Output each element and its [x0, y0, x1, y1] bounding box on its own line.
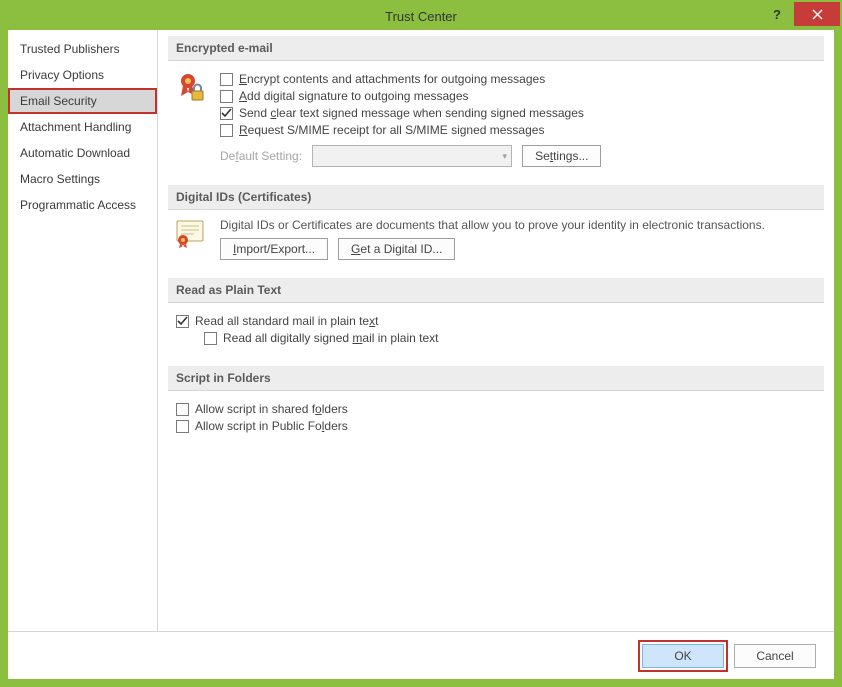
- ok-button[interactable]: OK: [642, 644, 724, 668]
- checkbox-read-standard[interactable]: [176, 315, 189, 328]
- sidebar-item-macro-settings[interactable]: Macro Settings: [8, 166, 157, 192]
- ribbon-lock-icon: [176, 69, 206, 167]
- checkbox-read-signed[interactable]: [204, 332, 217, 345]
- cancel-button[interactable]: Cancel: [734, 644, 816, 668]
- checkbox-cleartext[interactable]: [220, 107, 233, 120]
- section-header-script: Script in Folders: [168, 366, 824, 391]
- label-read-signed: Read all digitally signed mail in plain …: [223, 331, 438, 345]
- label-script-public: Allow script in Public Folders: [195, 419, 348, 433]
- window-title: Trust Center: [2, 9, 840, 24]
- footer: OK Cancel: [8, 631, 834, 679]
- section-digital-ids: Digital IDs (Certificates): [168, 185, 824, 268]
- trust-center-window: Trust Center ? Trusted Publishers Privac…: [0, 0, 842, 687]
- check-icon: [177, 316, 188, 327]
- sidebar-item-attachment-handling[interactable]: Attachment Handling: [8, 114, 157, 140]
- sidebar-item-trusted-publishers[interactable]: Trusted Publishers: [8, 36, 157, 62]
- section-plaintext: Read as Plain Text Read all standard mai…: [168, 278, 824, 356]
- checkbox-script-public[interactable]: [176, 420, 189, 433]
- titlebar-buttons: ?: [760, 2, 840, 26]
- section-script: Script in Folders Allow script in shared…: [168, 366, 824, 444]
- sidebar-item-privacy-options[interactable]: Privacy Options: [8, 62, 157, 88]
- checkbox-encrypt[interactable]: [220, 73, 233, 86]
- checkbox-sign[interactable]: [220, 90, 233, 103]
- close-icon: [812, 9, 823, 20]
- settings-button[interactable]: Settings...: [522, 145, 601, 167]
- checkbox-script-shared[interactable]: [176, 403, 189, 416]
- label-default-setting: Default Setting:: [220, 149, 302, 163]
- check-icon: [221, 108, 232, 119]
- sidebar-item-email-security[interactable]: Email Security: [8, 88, 157, 114]
- checkbox-receipt[interactable]: [220, 124, 233, 137]
- get-digital-id-button[interactable]: Get a Digital ID...: [338, 238, 455, 260]
- combo-default-setting[interactable]: ▾: [312, 145, 512, 167]
- label-sign: Add digital signature to outgoing messag…: [239, 89, 469, 103]
- chevron-down-icon: ▾: [503, 151, 508, 162]
- digital-ids-desc: Digital IDs or Certificates are document…: [220, 218, 816, 232]
- section-encrypted: Encrypted e-mail: [168, 36, 824, 175]
- label-read-standard: Read all standard mail in plain text: [195, 314, 378, 328]
- close-button[interactable]: [794, 2, 840, 26]
- section-header-plaintext: Read as Plain Text: [168, 278, 824, 303]
- label-receipt: Request S/MIME receipt for all S/MIME si…: [239, 123, 544, 137]
- body: Trusted Publishers Privacy Options Email…: [8, 30, 834, 631]
- label-script-shared: Allow script in shared folders: [195, 402, 348, 416]
- label-encrypt: Encrypt contents and attachments for out…: [239, 72, 545, 86]
- sidebar-item-programmatic-access[interactable]: Programmatic Access: [8, 192, 157, 218]
- content-pane: Encrypted e-mail: [158, 30, 834, 631]
- help-button[interactable]: ?: [760, 2, 794, 26]
- import-export-button[interactable]: Import/Export...: [220, 238, 328, 260]
- titlebar: Trust Center ?: [2, 2, 840, 30]
- section-header-encrypted: Encrypted e-mail: [168, 36, 824, 61]
- section-header-digital-ids: Digital IDs (Certificates): [168, 185, 824, 210]
- sidebar-item-automatic-download[interactable]: Automatic Download: [8, 140, 157, 166]
- certificate-icon: [176, 218, 206, 260]
- sidebar: Trusted Publishers Privacy Options Email…: [8, 30, 158, 631]
- client-area: Trusted Publishers Privacy Options Email…: [8, 30, 834, 679]
- label-cleartext: Send clear text signed message when send…: [239, 106, 584, 120]
